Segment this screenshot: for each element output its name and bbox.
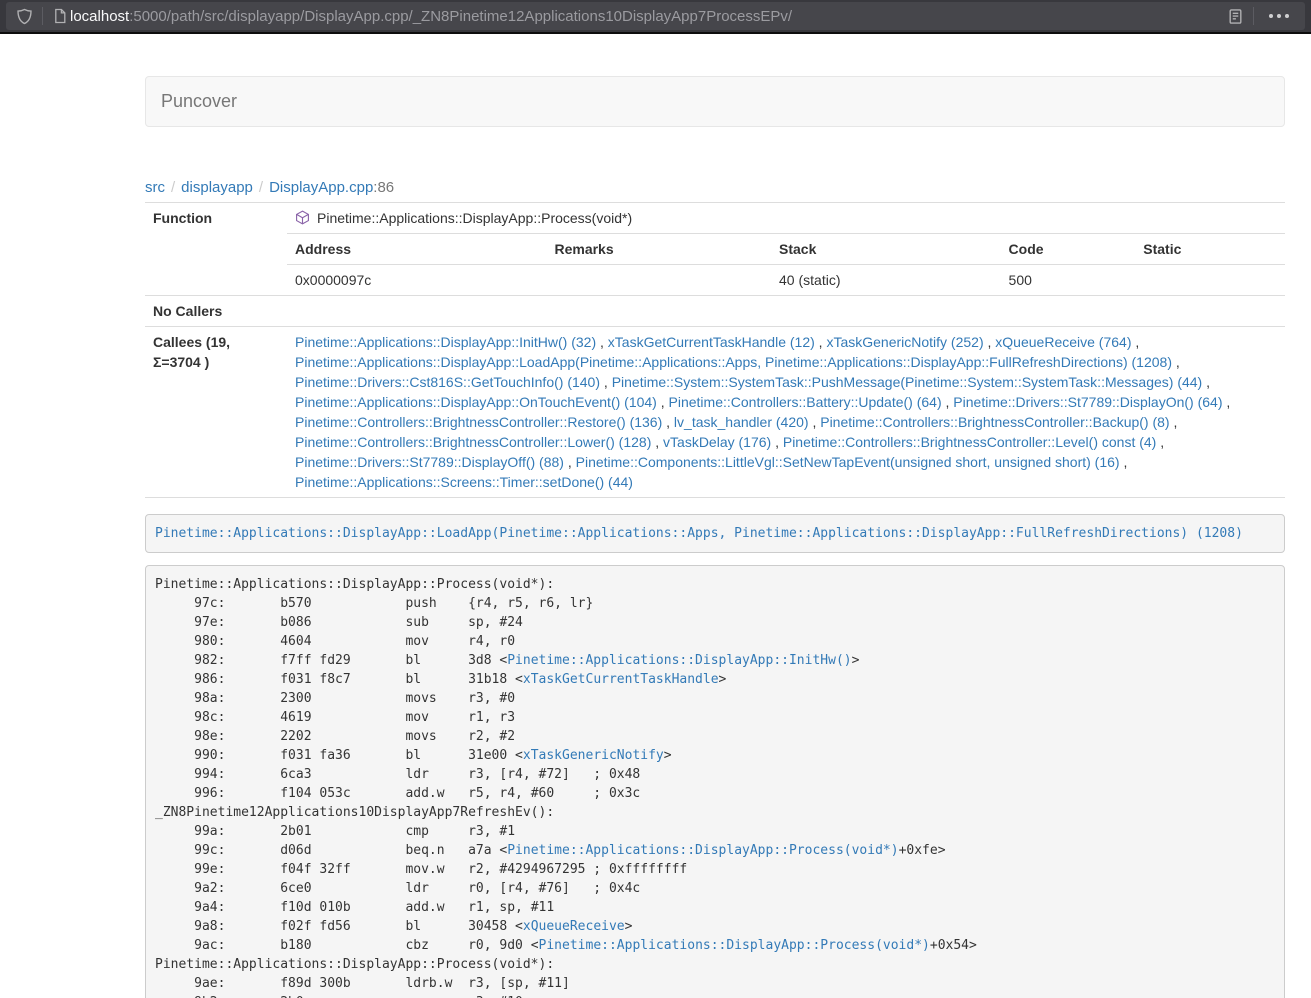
function-detail-row: AddressRemarksStackCodeStatic 0x0000097c… [145, 233, 1285, 296]
callee-link[interactable]: xTaskGetCurrentTaskHandle (12) [608, 334, 815, 350]
disassembly-symbol-link[interactable]: xTaskGenericNotify [523, 748, 664, 763]
code-value: 500 [1001, 265, 1136, 296]
function-label: Function [145, 203, 287, 234]
shield-icon[interactable] [16, 8, 33, 25]
cube-icon [295, 210, 310, 225]
callee-link[interactable]: Pinetime::System::SystemTask::PushMessag… [612, 374, 1203, 390]
stack-value: 40 (static) [771, 265, 1001, 296]
callee-link[interactable]: Pinetime::Components::LittleVgl::SetNewT… [576, 454, 1120, 470]
callee-link[interactable]: vTaskDelay (176) [663, 434, 771, 450]
function-signature: Pinetime::Applications::DisplayApp::Proc… [317, 208, 632, 228]
no-callers-label: No Callers [145, 296, 287, 327]
url-host: localhost [70, 8, 129, 25]
url-text[interactable]: localhost:5000/path/src/displayapp/Displ… [70, 8, 1227, 25]
disassembly-symbol-link[interactable]: xQueueReceive [523, 919, 625, 934]
browser-toolbar: localhost:5000/path/src/displayapp/Displ… [0, 0, 1311, 34]
url-bar[interactable]: localhost:5000/path/src/displayapp/Displ… [6, 2, 1305, 30]
callee-link[interactable]: Pinetime::Drivers::St7789::DisplayOff() … [295, 454, 564, 470]
callee-link[interactable]: lv_task_handler (420) [674, 414, 809, 430]
breadcrumb: src / displayapp / DisplayApp.cpp:86 [145, 179, 1285, 196]
detail-value-row: 0x0000097c 40 (static) 500 [287, 265, 1285, 296]
callee-link[interactable]: xTaskGenericNotify (252) [826, 334, 983, 350]
column-header-static: Static [1135, 234, 1285, 265]
disassembly-symbol-link[interactable]: Pinetime::Applications::DisplayApp::Init… [507, 653, 851, 668]
function-row: Function Pinetime::Applications::Display… [145, 203, 1285, 234]
breadcrumb-link[interactable]: DisplayApp.cpp [269, 179, 373, 196]
callee-link[interactable]: Pinetime::Controllers::BrightnessControl… [295, 434, 651, 450]
toolbar-divider [42, 7, 43, 25]
breadcrumb-line-number: :86 [373, 179, 394, 196]
breadcrumb-link[interactable]: src [145, 179, 165, 196]
reader-mode-icon[interactable] [1227, 8, 1244, 25]
symbol-table: Function Pinetime::Applications::Display… [145, 202, 1285, 498]
static-value [1135, 265, 1285, 296]
callee-link[interactable]: Pinetime::Controllers::BrightnessControl… [783, 434, 1156, 450]
url-path: :5000/path/src/displayapp/DisplayApp.cpp… [129, 8, 792, 25]
app-brand: Puncover [146, 91, 252, 112]
disassembly-symbol-link[interactable]: Pinetime::Applications::DisplayApp::Proc… [507, 843, 898, 858]
disassembly: Pinetime::Applications::DisplayApp::Proc… [145, 565, 1285, 998]
detail-header-row: AddressRemarksStackCodeStatic [287, 234, 1285, 265]
breadcrumb-link[interactable]: displayapp [181, 179, 253, 196]
remarks-value [546, 265, 771, 296]
callee-link[interactable]: Pinetime::Drivers::St7789::DisplayOn() (… [953, 394, 1222, 410]
disassembly-symbol-link[interactable]: Pinetime::Applications::DisplayApp::Proc… [539, 938, 930, 953]
breadcrumb-separator: / [259, 179, 263, 196]
column-header-code: Code [1001, 234, 1136, 265]
column-header-address: Address [287, 234, 546, 265]
page-content: Puncover src / displayapp / DisplayApp.cpp:8… [145, 34, 1285, 998]
callees-row: Callees (19, Σ=3704 ) Pinetime::Applicat… [145, 327, 1285, 498]
callee-link[interactable]: Pinetime::Drivers::Cst816S::GetTouchInfo… [295, 374, 600, 390]
column-header-remarks: Remarks [546, 234, 771, 265]
breadcrumb-separator: / [171, 179, 175, 196]
column-header-stack: Stack [771, 234, 1001, 265]
loadapp-link[interactable]: Pinetime::Applications::DisplayApp::Load… [155, 526, 1243, 541]
toolbar-divider [1253, 7, 1254, 25]
callees-list: Pinetime::Applications::DisplayApp::Init… [287, 327, 1285, 498]
disassembly-symbol-link[interactable]: xTaskGetCurrentTaskHandle [523, 672, 719, 687]
callee-link[interactable]: xQueueReceive (764) [995, 334, 1131, 350]
function-detail-table: AddressRemarksStackCodeStatic 0x0000097c… [287, 233, 1285, 295]
callees-label: Callees (19, Σ=3704 ) [145, 327, 287, 498]
loadapp-snippet: Pinetime::Applications::DisplayApp::Load… [145, 514, 1285, 553]
address-value: 0x0000097c [287, 265, 546, 296]
callee-link[interactable]: Pinetime::Controllers::BrightnessControl… [295, 414, 662, 430]
callee-link[interactable]: Pinetime::Applications::DisplayApp::OnTo… [295, 394, 657, 410]
callee-link[interactable]: Pinetime::Controllers::BrightnessControl… [820, 414, 1169, 430]
callee-link[interactable]: Pinetime::Controllers::Battery::Update()… [669, 394, 942, 410]
no-callers-row: No Callers [145, 296, 1285, 327]
callee-link[interactable]: Pinetime::Applications::DisplayApp::Init… [295, 334, 596, 350]
app-navbar: Puncover [145, 76, 1285, 127]
page-actions-menu-icon[interactable] [1269, 14, 1289, 18]
page-icon[interactable] [52, 8, 68, 24]
callee-link[interactable]: Pinetime::Applications::Screens::Timer::… [295, 474, 633, 490]
callee-link[interactable]: Pinetime::Applications::DisplayApp::Load… [295, 354, 1172, 370]
